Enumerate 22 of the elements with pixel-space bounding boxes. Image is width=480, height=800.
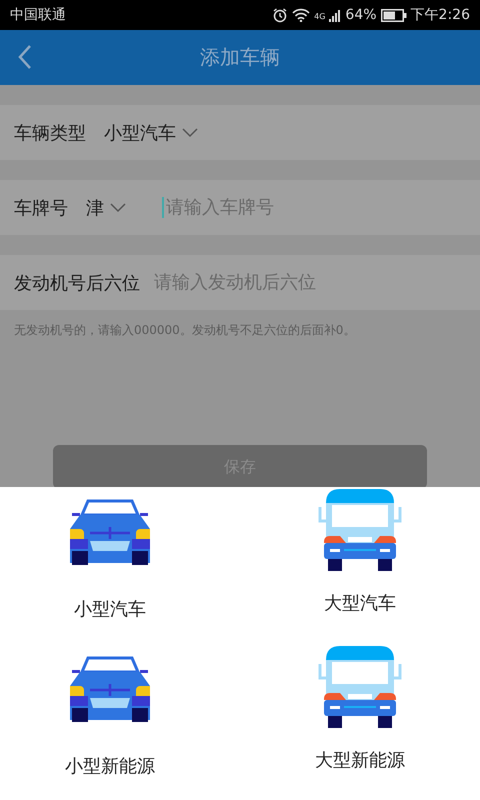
vehicle-type-select[interactable]: 小型汽车 (100, 120, 202, 144)
vehicle-option[interactable]: 大型新能源 (240, 644, 480, 800)
back-icon (18, 44, 32, 70)
chevron-down-icon (110, 202, 126, 212)
battery-percent: 64% (345, 7, 377, 23)
vehicle-option[interactable]: 小型汽车 (0, 487, 240, 644)
hint-text: 无发动机号的，请输入000000。发动机号不足六位的后面补0。 (14, 322, 356, 339)
clock-time: 下午2:26 (410, 6, 470, 24)
field-label: 车牌号 (14, 196, 68, 220)
field-label: 车辆类型 (14, 122, 86, 144)
vehicle-option[interactable]: 小型新能源 (0, 644, 240, 800)
network-type: 4G (314, 12, 326, 21)
vehicle-option[interactable]: 大型汽车 (240, 487, 480, 644)
field-label: 发动机号后六位 (14, 272, 140, 294)
wifi-icon (292, 8, 310, 22)
page-title: 添加车辆 (200, 44, 280, 71)
chevron-down-icon (182, 128, 198, 138)
carrier-name: 中国联通 (10, 6, 66, 24)
battery-icon (380, 8, 407, 22)
signal-icon (329, 8, 342, 22)
alarm-icon (272, 7, 288, 23)
province-select[interactable]: 津 (82, 196, 130, 220)
